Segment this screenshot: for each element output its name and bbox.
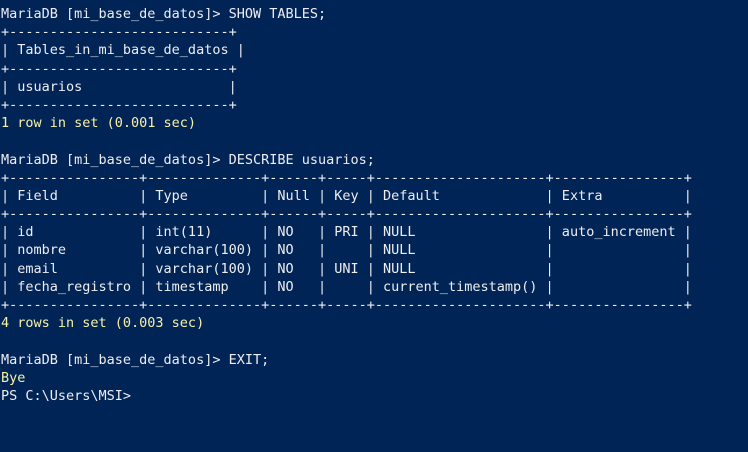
- bye-message: Bye: [1, 369, 26, 386]
- table-border-top: +----------------+--------------+------+…: [1, 169, 692, 186]
- table-row: | email | varchar(100) | NO | UNI | NULL…: [1, 260, 692, 277]
- terminal-window[interactable]: MariaDB [mi_base_de_datos]> SHOW TABLES;…: [0, 0, 748, 452]
- powershell-prompt[interactable]: PS C:\Users\MSI>: [1, 387, 748, 405]
- table-row: | id | int(11) | NO | PRI | NULL | auto_…: [1, 224, 692, 241]
- table-border-top: +---------------------------+: [1, 24, 237, 41]
- command-line-show-tables: MariaDB [mi_base_de_datos]> SHOW TABLES;: [1, 6, 327, 22]
- table-border-bottom: +----------------+--------------+------+…: [1, 297, 692, 313]
- command-line-exit: MariaDB [mi_base_de_datos]> EXIT;: [1, 351, 270, 368]
- table-row: | nombre | varchar(100) | NO | | NULL | …: [1, 242, 692, 259]
- table-header-row: | Tables_in_mi_base_de_datos |: [1, 42, 245, 59]
- query-status: 4 rows in set (0.003 sec): [1, 315, 205, 332]
- table-header-row: | Field | Type | Null | Key | Default | …: [1, 187, 692, 204]
- table-row: | usuarios |: [1, 78, 237, 95]
- table-border-mid: +---------------------------+: [1, 60, 237, 77]
- table-border-bottom: +---------------------------+: [1, 96, 237, 113]
- command-line-describe: MariaDB [mi_base_de_datos]> DESCRIBE usu…: [1, 151, 375, 168]
- query-status: 1 row in set (0.001 sec): [1, 115, 197, 132]
- table-row: | fecha_registro | timestamp | NO | | cu…: [1, 278, 692, 295]
- table-border-mid: +----------------+--------------+------+…: [1, 206, 692, 223]
